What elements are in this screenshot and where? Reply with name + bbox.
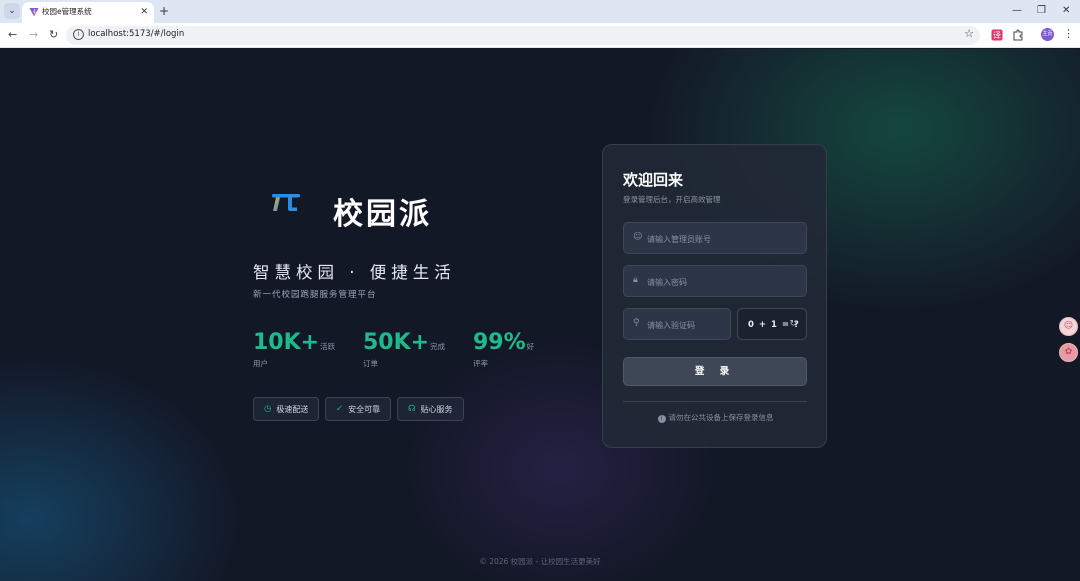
username-placeholder: 请输入管理员账号 bbox=[647, 235, 711, 244]
refresh-icon[interactable]: ↻ bbox=[789, 319, 797, 329]
arrow-left-icon[interactable]: ← bbox=[8, 27, 17, 43]
login-page: 校园派 智慧校园 · 便捷生活 新一代校园跑腿服务管理平台 10K+活跃 用户 … bbox=[0, 49, 1080, 581]
headset-icon: ☊ bbox=[408, 403, 416, 414]
stat-label: 评率 bbox=[473, 359, 488, 368]
username-field[interactable]: ☺ 请输入管理员账号 bbox=[623, 222, 807, 254]
feature-label: 极速配送 bbox=[276, 404, 309, 414]
stat-value: 10K+ bbox=[253, 330, 320, 355]
password-field[interactable]: 🔒︎ 请输入密码 bbox=[623, 265, 807, 297]
feature-service: ☊ 贴心服务 bbox=[397, 397, 464, 421]
vite-favicon-icon bbox=[29, 8, 39, 17]
svg-text:译: 译 bbox=[993, 31, 1001, 40]
feature-secure: ✓ 安全可靠 bbox=[325, 397, 392, 421]
stat-suffix: 完成 bbox=[430, 342, 446, 351]
login-button[interactable]: 登 录 bbox=[623, 357, 807, 386]
feature-fast-delivery: ◷ 极速配送 bbox=[253, 397, 320, 421]
lock-icon: 🔒︎ bbox=[633, 275, 638, 285]
stat-value: 99% bbox=[473, 330, 526, 355]
tab-search-button[interactable]: ⌄ bbox=[4, 3, 20, 19]
key-icon: ⚲ bbox=[633, 318, 640, 328]
more-menu-icon[interactable]: ⋮ bbox=[1063, 27, 1074, 40]
floating-tool-icon[interactable]: ✿ bbox=[1059, 343, 1078, 362]
extension-icon[interactable]: 译 bbox=[991, 29, 1003, 41]
card-divider bbox=[623, 401, 807, 402]
feature-label: 安全可靠 bbox=[348, 404, 381, 414]
close-icon[interactable]: ✕ bbox=[140, 6, 148, 18]
feature-label: 贴心服务 bbox=[420, 404, 453, 414]
minimize-icon[interactable]: — bbox=[1012, 3, 1022, 19]
stat-suffix: 活跃 bbox=[320, 342, 336, 351]
brand-name: 校园派 bbox=[333, 197, 432, 232]
brand-subtitle: 新一代校园跑腿服务管理平台 bbox=[253, 290, 377, 300]
captcha-field[interactable]: ⚲ 请输入验证码 bbox=[623, 308, 731, 340]
stat-orders: 50K+完成 订单 bbox=[363, 330, 445, 369]
login-note: i 请勿在公共设备上保存登录信息 bbox=[603, 412, 828, 423]
profile-avatar[interactable]: 主页 bbox=[1041, 28, 1054, 41]
window-close-icon[interactable]: ✕ bbox=[1062, 3, 1070, 19]
login-title: 欢迎回来 bbox=[623, 171, 684, 189]
tab-title: 校园e管理系统 bbox=[42, 7, 92, 16]
captcha-box[interactable]: 0 + 1 = ? ↻ bbox=[737, 308, 807, 340]
info-icon: i bbox=[657, 415, 666, 423]
stat-users: 10K+活跃 用户 bbox=[253, 330, 335, 369]
captcha-placeholder: 请输入验证码 bbox=[647, 321, 695, 330]
star-icon[interactable]: ☆ bbox=[964, 27, 974, 40]
restore-icon[interactable]: ❐ bbox=[1037, 3, 1046, 19]
timer-icon: ◷ bbox=[264, 403, 272, 414]
stat-label: 用户 bbox=[253, 359, 268, 368]
page-footer: © 2026 校园派 - 让校园生活更美好 bbox=[479, 557, 601, 566]
site-info-icon[interactable]: i bbox=[73, 29, 84, 40]
campus-logo-icon bbox=[272, 194, 300, 211]
login-subtitle: 登录管理后台，开启高效管理 bbox=[623, 195, 721, 204]
login-card: 欢迎回来 登录管理后台，开启高效管理 ☺ 请输入管理员账号 🔒︎ 请输入密码 ⚲… bbox=[602, 144, 827, 448]
brand-slogan: 智慧校园 · 便捷生活 bbox=[253, 263, 456, 282]
login-note-text: 请勿在公共设备上保存登录信息 bbox=[668, 413, 774, 422]
stat-label: 订单 bbox=[363, 359, 378, 368]
check-circle-icon: ✓ bbox=[336, 403, 344, 414]
arrow-right-icon[interactable]: → bbox=[29, 27, 38, 43]
browser-tab[interactable]: 校园e管理系统 ✕ bbox=[22, 2, 154, 23]
plus-icon[interactable]: + bbox=[159, 3, 169, 19]
user-icon: ☺ bbox=[633, 232, 643, 242]
address-bar[interactable]: i localhost:5173/#/login ☆ bbox=[66, 26, 980, 45]
stat-suffix: 好 bbox=[526, 342, 535, 351]
address-url: localhost:5173/#/login bbox=[88, 29, 185, 39]
browser-toolbar: ← → ↻ i localhost:5173/#/login ☆ 译 主页 ⋮ bbox=[0, 23, 1080, 48]
floating-assistant-icon[interactable]: ☺ bbox=[1059, 317, 1078, 336]
puzzle-icon[interactable] bbox=[1012, 29, 1024, 41]
stat-value: 50K+ bbox=[363, 330, 430, 355]
stat-rating: 99%好 评率 bbox=[473, 330, 534, 369]
reload-icon[interactable]: ↻ bbox=[49, 27, 58, 43]
browser-tab-strip: ⌄ 校园e管理系统 ✕ + — ❐ ✕ bbox=[0, 0, 1080, 23]
password-placeholder: 请输入密码 bbox=[647, 278, 687, 287]
